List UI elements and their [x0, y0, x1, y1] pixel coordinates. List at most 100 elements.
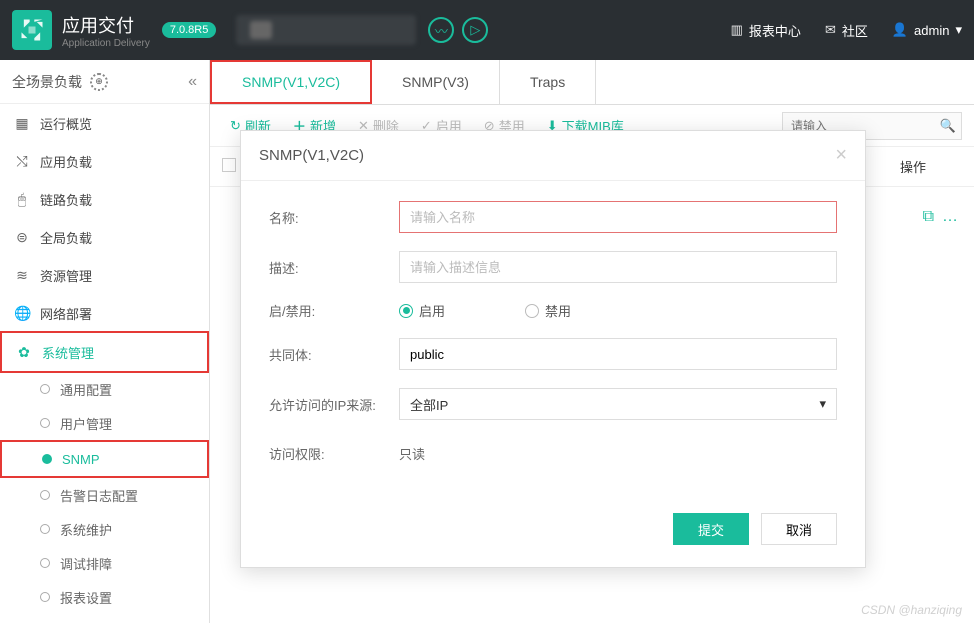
ipsource-select[interactable]: 全部IP ▾ — [399, 388, 837, 420]
name-input[interactable] — [399, 201, 837, 233]
table-actions: ⧉ … — [923, 208, 958, 226]
subnav-report[interactable]: 报表设置 — [0, 580, 209, 614]
nav-resource[interactable]: ≋ 资源管理 — [0, 256, 209, 294]
nav-overview[interactable]: ▦ 运行概览 — [0, 104, 209, 142]
tab-bar: SNMP(V1,V2C) SNMP(V3) Traps — [210, 60, 974, 105]
chart-icon: ▥ — [731, 22, 743, 38]
nav-label: 网络部署 — [40, 304, 92, 323]
subnav-label: 告警日志配置 — [60, 486, 138, 505]
nav-network[interactable]: 🌐 网络部署 — [0, 294, 209, 332]
nav-label: 全局负载 — [40, 228, 92, 247]
tab-traps[interactable]: Traps — [500, 60, 596, 104]
perm-label: 访问权限: — [269, 444, 399, 463]
scene-icon: ⊕ — [90, 73, 108, 91]
nav-label: 运行概览 — [40, 114, 92, 133]
gear-icon: ✿ — [16, 344, 32, 361]
globe-icon: ⊜ — [14, 229, 30, 246]
radio-label: 禁用 — [545, 301, 571, 320]
bullet-icon — [40, 384, 50, 394]
subnav-alarm[interactable]: 告警日志配置 — [0, 478, 209, 512]
enable-label: 启/禁用: — [269, 301, 399, 320]
nav-label: 应用负载 — [40, 152, 92, 171]
subnav-debug[interactable]: 调试排障 — [0, 546, 209, 580]
modal-footer: 提交 取消 — [241, 497, 865, 567]
link-icon: 🖱 — [14, 191, 30, 208]
sidebar: 全场景负载 ⊕ « ▦运行概览 ⤭应用负载 🖱链路负载 ⊜全局负载 ≋资源管理 … — [0, 60, 210, 623]
community-input[interactable] — [399, 338, 837, 370]
nav-system[interactable]: ✿系统管理 — [2, 333, 207, 371]
modal-body: 名称: 描述: 启/禁用: 启用 禁用 共同体: 允许访问的IP来源: 全 — [241, 181, 865, 497]
community-label: 共同体: — [269, 345, 399, 364]
nav-label: 资源管理 — [40, 266, 92, 285]
app-title: 应用交付 — [62, 12, 150, 38]
chevron-down-icon: ▾ — [819, 396, 826, 412]
bullet-icon — [40, 592, 50, 602]
sidebar-header[interactable]: 全场景负载 ⊕ « — [0, 60, 209, 104]
sidebar-header-label: 全场景负载 — [12, 72, 82, 92]
tab-snmp-v1v2c[interactable]: SNMP(V1,V2C) — [210, 60, 372, 104]
radio-icon — [399, 304, 413, 318]
tab-label: Traps — [530, 74, 565, 90]
snmp-modal: SNMP(V1,V2C) × 名称: 描述: 启/禁用: 启用 禁用 共同体: … — [240, 130, 866, 568]
user-name: admin — [914, 23, 949, 38]
tab-label: SNMP(V3) — [402, 74, 469, 90]
community-link[interactable]: ✉ 社区 — [825, 21, 868, 40]
app-subtitle: Application Delivery — [62, 38, 150, 49]
enable-off-radio[interactable]: 禁用 — [525, 301, 571, 320]
desc-input[interactable] — [399, 251, 837, 283]
modal-header: SNMP(V1,V2C) × — [241, 131, 865, 181]
nav-link-load[interactable]: 🖱 链路负载 — [0, 180, 209, 218]
subnav-label: 用户管理 — [60, 414, 112, 433]
ipsource-label: 允许访问的IP来源: — [269, 395, 399, 414]
community-label: 社区 — [842, 21, 868, 40]
tab-label: SNMP(V1,V2C) — [242, 74, 340, 90]
subnav-label: 报表设置 — [60, 588, 112, 607]
subnav-general[interactable]: 通用配置 — [0, 372, 209, 406]
watermark: CSDN @hanziqing — [861, 603, 962, 617]
network-icon: 🌐 — [14, 305, 30, 322]
collapse-icon[interactable]: « — [188, 73, 197, 91]
chevron-down-icon: ▾ — [955, 22, 962, 38]
user-menu[interactable]: 👤 admin ▾ — [892, 22, 962, 38]
bullet-icon — [42, 454, 52, 464]
subnav-label: 调试排障 — [60, 554, 112, 573]
subnav-label: SNMP — [62, 452, 100, 467]
copy-icon[interactable]: ⧉ — [923, 208, 934, 226]
bullet-icon — [40, 558, 50, 568]
perm-value: 只读 — [399, 438, 837, 469]
tab-snmp-v3[interactable]: SNMP(V3) — [372, 60, 500, 104]
bullet-icon — [40, 524, 50, 534]
nav-app-load[interactable]: ⤭ 应用负载 — [0, 142, 209, 180]
app-title-block: 应用交付 Application Delivery — [62, 12, 150, 49]
cancel-button[interactable]: 取消 — [761, 513, 837, 545]
report-center-link[interactable]: ▥ 报表中心 — [731, 21, 801, 40]
dashboard-icon: ▦ — [14, 115, 30, 132]
app-logo — [12, 10, 52, 50]
radio-label: 启用 — [419, 301, 445, 320]
enable-on-radio[interactable]: 启用 — [399, 301, 445, 320]
nav-label: 链路负载 — [40, 190, 92, 209]
close-icon[interactable]: × — [835, 144, 847, 167]
version-badge: 7.0.8R5 — [162, 22, 217, 38]
search-icon[interactable]: 🔍 — [940, 118, 956, 134]
bullet-icon — [40, 418, 50, 428]
status-icon-2[interactable]: ▷ — [462, 17, 488, 43]
comment-icon: ✉ — [825, 22, 836, 38]
more-icon[interactable]: … — [942, 208, 958, 226]
subnav-label: 系统维护 — [60, 520, 112, 539]
status-icon-1[interactable]: 〰 — [428, 17, 454, 43]
col-op[interactable]: 操作 — [892, 157, 962, 176]
subnav-snmp[interactable]: SNMP — [2, 442, 207, 476]
subnav-user[interactable]: 用户管理 — [0, 406, 209, 440]
layers-icon: ≋ — [14, 267, 30, 284]
modal-title: SNMP(V1,V2C) — [259, 147, 364, 164]
subnav-maintain[interactable]: 系统维护 — [0, 512, 209, 546]
select-value: 全部IP — [410, 395, 448, 414]
shuffle-icon: ⤭ — [14, 153, 30, 170]
nav-global-load[interactable]: ⊜ 全局负载 — [0, 218, 209, 256]
desc-label: 描述: — [269, 258, 399, 277]
select-all-checkbox[interactable] — [222, 158, 236, 172]
subnav-label: 通用配置 — [60, 380, 112, 399]
submit-button[interactable]: 提交 — [673, 513, 749, 545]
report-center-label: 报表中心 — [749, 21, 801, 40]
